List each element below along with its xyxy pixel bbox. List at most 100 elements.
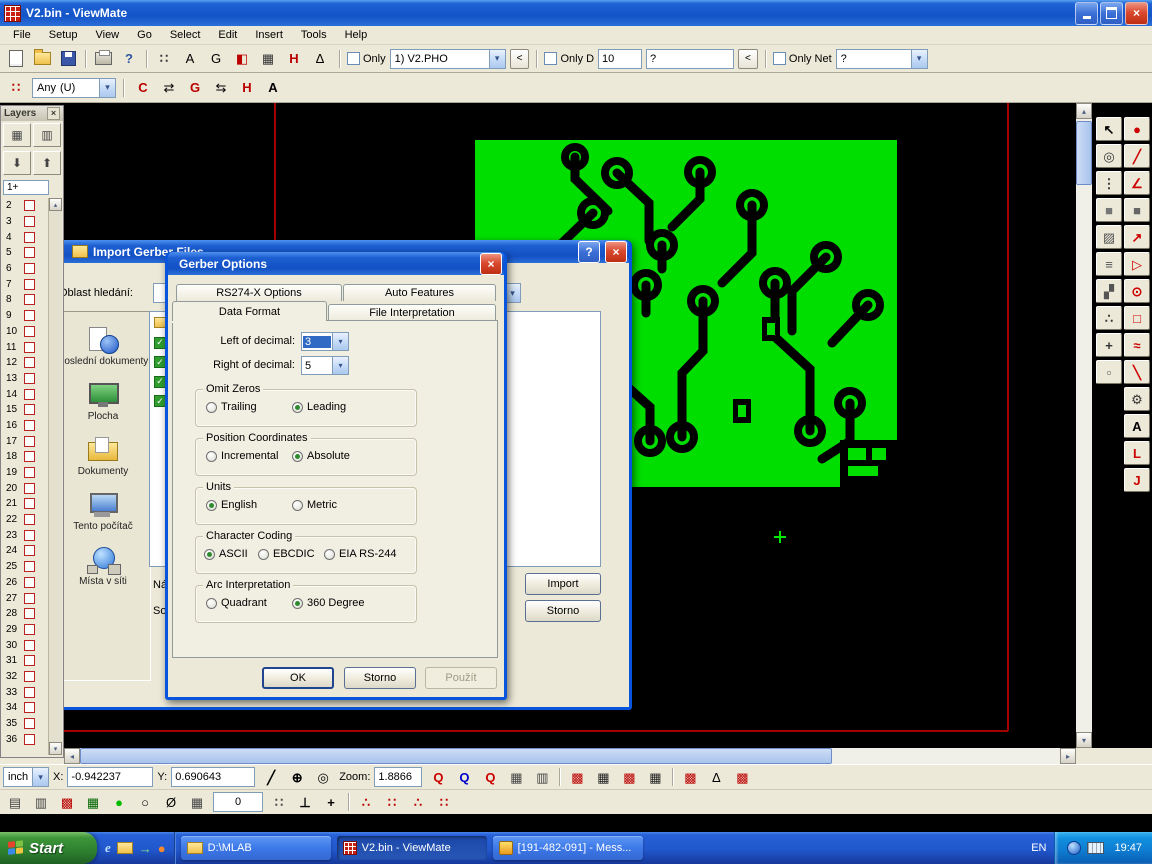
- gerber-g-button[interactable]: G: [204, 47, 228, 71]
- layer-color-swatch[interactable]: [24, 310, 35, 321]
- layer-row[interactable]: 26: [2, 575, 50, 591]
- layer-row[interactable]: 6: [2, 261, 50, 277]
- layer-row[interactable]: 7: [2, 276, 50, 292]
- highlight-net-button[interactable]: H: [282, 47, 306, 71]
- import-button[interactable]: Import: [525, 573, 601, 595]
- layer-color-swatch[interactable]: [24, 545, 35, 556]
- layer-row[interactable]: 27: [2, 590, 50, 606]
- dcode-input[interactable]: [598, 49, 642, 69]
- draw-pad-button[interactable]: ●: [1124, 117, 1150, 141]
- layer-color-swatch[interactable]: [24, 640, 35, 651]
- layers-close-icon[interactable]: ×: [47, 107, 60, 120]
- ie-icon[interactable]: e: [105, 840, 111, 856]
- zoom-sel-button[interactable]: Q: [478, 765, 502, 789]
- ready-light-button[interactable]: ●: [107, 790, 131, 814]
- layer-row[interactable]: 16: [2, 418, 50, 434]
- g-tool-button[interactable]: G: [183, 76, 207, 100]
- aperture-list-button[interactable]: A: [178, 47, 202, 71]
- keyboard-tray-icon[interactable]: [1087, 842, 1104, 854]
- text-tool-button[interactable]: A: [1124, 414, 1150, 438]
- zoom-in-button[interactable]: Q: [426, 765, 450, 789]
- hatch-fill-button[interactable]: ▨: [1096, 225, 1122, 249]
- chevron-down-icon[interactable]: ▾: [332, 333, 348, 350]
- layer-grid-button[interactable]: ▦: [3, 123, 31, 147]
- prev-layer-button[interactable]: <: [510, 49, 530, 69]
- language-indicator[interactable]: EN: [1023, 842, 1054, 854]
- tab-auto-features[interactable]: Auto Features: [343, 284, 496, 301]
- layer-color-swatch[interactable]: [24, 357, 35, 368]
- layer-row[interactable]: 33: [2, 684, 50, 700]
- zoom-rings-button[interactable]: ◎: [1096, 144, 1122, 168]
- tab-rs274x-options[interactable]: RS274-X Options: [176, 284, 342, 301]
- h-tool-button[interactable]: H: [235, 76, 259, 100]
- place-my-computer[interactable]: Tento počítač: [56, 491, 150, 532]
- layer-table-button[interactable]: ▥: [33, 123, 61, 147]
- crosshair-button[interactable]: +: [1096, 333, 1122, 357]
- horizontal-scrollbar[interactable]: ◂ ▸: [64, 748, 1076, 764]
- pan-cross-button[interactable]: +: [319, 790, 343, 814]
- dot-grid-button[interactable]: ∷: [267, 790, 291, 814]
- layer-row[interactable]: 4: [2, 229, 50, 245]
- select-cursor-button[interactable]: ↖: [1096, 117, 1122, 141]
- draw-rectangle-button[interactable]: □: [1124, 306, 1150, 330]
- diameter-button[interactable]: Ø: [159, 790, 183, 814]
- film-pattern-5-button[interactable]: ▩: [678, 765, 702, 789]
- chevron-down-icon[interactable]: ▾: [99, 79, 115, 97]
- measure-angle-button[interactable]: ∆: [308, 47, 332, 71]
- gerber-dialog-titlebar[interactable]: Gerber Options ×: [168, 252, 504, 275]
- origin-target-button[interactable]: ⊕: [285, 765, 309, 789]
- layer-row[interactable]: 2: [2, 198, 50, 214]
- chevron-down-icon[interactable]: ▾: [332, 357, 348, 374]
- layers-panel-header[interactable]: Layers ×: [1, 106, 63, 121]
- layer-color-swatch[interactable]: [24, 279, 35, 290]
- layer-move-down-button[interactable]: ⬇: [3, 151, 31, 175]
- layer-row[interactable]: 28: [2, 606, 50, 622]
- taskbar-task-mlab[interactable]: D:\MLAB: [181, 836, 331, 860]
- layer-color-swatch[interactable]: [24, 342, 35, 353]
- dcode-filter-input[interactable]: [646, 49, 734, 69]
- layer-row[interactable]: 30: [2, 637, 50, 653]
- layer-row[interactable]: 15: [2, 402, 50, 418]
- layer-color-swatch[interactable]: [24, 294, 35, 305]
- pattern-fill-button[interactable]: ▞: [1096, 279, 1122, 303]
- sel-pattern-1-button[interactable]: ∴: [354, 790, 378, 814]
- sel-pattern-3-button[interactable]: ∴: [406, 790, 430, 814]
- report-table-button[interactable]: ▦: [256, 47, 280, 71]
- layer-color-swatch[interactable]: [24, 671, 35, 682]
- scroll-left-button[interactable]: ◂: [64, 748, 80, 764]
- layer-row[interactable]: 29: [2, 622, 50, 638]
- layer-color-swatch[interactable]: [24, 718, 35, 729]
- solid-square-button[interactable]: ■: [1124, 198, 1150, 222]
- dcode-red-dots-button[interactable]: ∷: [4, 76, 28, 100]
- grid-major-button[interactable]: ▦: [504, 765, 528, 789]
- net-pattern-button[interactable]: ▦: [81, 790, 105, 814]
- draw-slash-button[interactable]: ╲: [1124, 360, 1150, 384]
- menu-tools[interactable]: Tools: [292, 27, 336, 43]
- layer-row[interactable]: 11: [2, 339, 50, 355]
- place-recent-documents[interactable]: Poslední dokumenty: [56, 326, 150, 367]
- layer-row[interactable]: 22: [2, 512, 50, 528]
- drop-anchor-button[interactable]: ⊥: [293, 790, 317, 814]
- layer-row[interactable]: 21: [2, 496, 50, 512]
- menu-file[interactable]: File: [4, 27, 40, 43]
- draw-angle-button[interactable]: ∠: [1124, 171, 1150, 195]
- layer-color-swatch[interactable]: [24, 436, 35, 447]
- film-pattern-4-button[interactable]: ▦: [643, 765, 667, 789]
- layer-row[interactable]: 18: [2, 449, 50, 465]
- left-of-decimal-combo[interactable]: 3 ▾: [301, 332, 349, 351]
- layer-color-swatch[interactable]: [24, 483, 35, 494]
- layer-color-swatch[interactable]: [24, 263, 35, 274]
- layer-color-swatch[interactable]: [24, 498, 35, 509]
- flip-view-button[interactable]: ▥: [29, 790, 53, 814]
- menu-select[interactable]: Select: [161, 27, 210, 43]
- draw-l-button[interactable]: L: [1124, 441, 1150, 465]
- position-absolute-radio[interactable]: Absolute: [292, 450, 350, 462]
- vertical-scrollbar[interactable]: ▴ ▾: [1076, 103, 1092, 748]
- arc-quadrant-radio[interactable]: Quadrant: [206, 597, 267, 609]
- layer-color-swatch[interactable]: [24, 451, 35, 462]
- vertex-dots-button[interactable]: ⋮: [1096, 171, 1122, 195]
- layer-row[interactable]: 14: [2, 386, 50, 402]
- prev-dcode-button[interactable]: <: [738, 49, 758, 69]
- layer-color-swatch[interactable]: [24, 467, 35, 478]
- layers-scroll-down[interactable]: ▾: [49, 742, 62, 755]
